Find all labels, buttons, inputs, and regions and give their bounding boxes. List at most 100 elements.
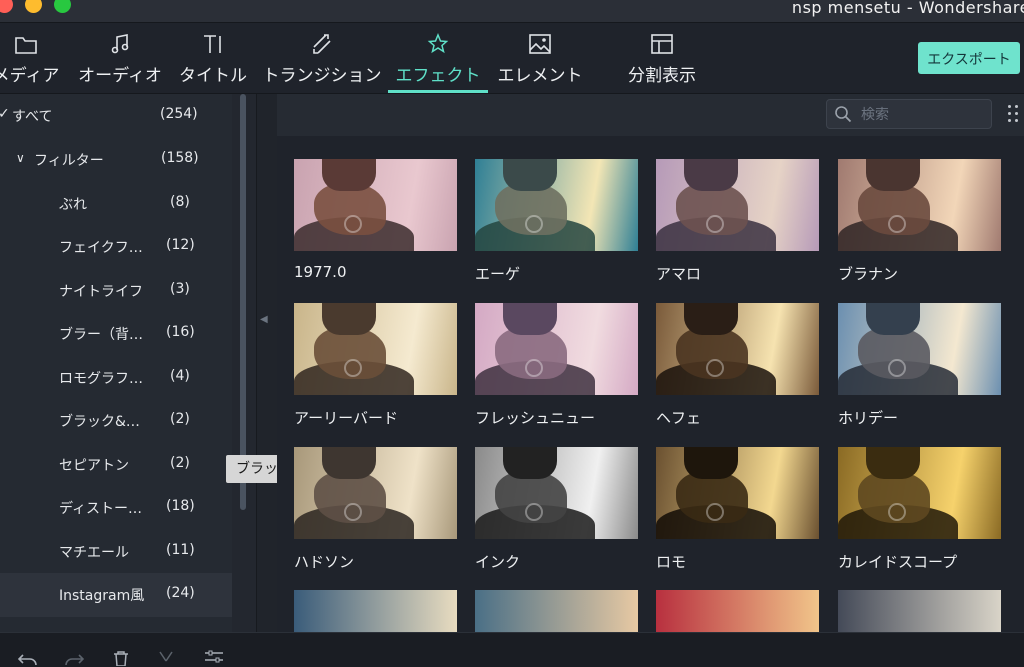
sidebar-item-filters[interactable]: ∨ フィルター (158): [0, 138, 232, 182]
effect-card-partial[interactable]: [294, 590, 457, 632]
cut-icon[interactable]: [158, 651, 174, 666]
sidebar-item-label: ブラック&…: [59, 414, 140, 430]
sidebar-item[interactable]: セピアトン (2): [0, 443, 232, 487]
sidebar-item-label: ぶれ: [59, 197, 87, 213]
effect-thumbnail: [475, 159, 638, 251]
effects-category-sidebar: ✓ すべて (254) ∨ フィルター (158) ぶれ (8) フェイクフ… …: [0, 94, 232, 632]
effect-card-partial[interactable]: [475, 590, 638, 632]
sidebar-item-label: ナイトライフ: [59, 284, 143, 300]
effect-name: 1977.0: [294, 263, 347, 281]
effect-card[interactable]: インク: [475, 447, 638, 572]
effect-card[interactable]: カレイドスコープ: [838, 447, 1001, 572]
image-icon: [529, 34, 551, 54]
chevron-down-icon: ∨: [16, 151, 25, 165]
effect-thumbnail: [294, 303, 457, 395]
sidebar-item-all[interactable]: ✓ すべて (254): [0, 94, 232, 138]
minimize-window-button[interactable]: [25, 0, 42, 13]
effect-thumbnail: [838, 303, 1001, 395]
close-window-button[interactable]: [0, 0, 13, 13]
effect-thumbnail: [838, 590, 1001, 632]
tab-effects[interactable]: エフェクト: [388, 23, 488, 93]
delete-icon[interactable]: [112, 651, 130, 666]
tab-effects-label: エフェクト: [395, 66, 481, 86]
effect-card[interactable]: アーリーバード: [294, 303, 457, 428]
library-toolbar: メディア オーディオ タイトル トランジション エフェクト エレメント 分割表示: [0, 23, 1024, 94]
effect-card[interactable]: ブラナン: [838, 159, 1001, 284]
sidebar-item-count: (8): [170, 194, 190, 210]
effect-name: ロモ: [656, 553, 687, 571]
effect-thumbnail: [656, 303, 819, 395]
effect-thumbnail: [294, 159, 457, 251]
search-icon: [835, 106, 852, 123]
effect-thumbnail: [838, 159, 1001, 251]
collapse-sidebar-icon[interactable]: ◀: [260, 314, 268, 325]
effect-card[interactable]: アマロ: [656, 159, 819, 284]
tab-transition[interactable]: トランジション: [260, 23, 384, 93]
sidebar-item-count: (24): [166, 585, 195, 601]
effect-card[interactable]: 1977.0: [294, 159, 457, 281]
effect-name: フレッシュニュー: [475, 409, 596, 427]
sidebar-item[interactable]: ぶれ (8): [0, 182, 232, 226]
sidebar-item-count: (4): [170, 368, 190, 384]
undo-icon[interactable]: [18, 652, 38, 666]
effect-card[interactable]: フレッシュニュー: [475, 303, 638, 428]
effect-thumbnail: [656, 159, 819, 251]
sidebar-item[interactable]: ブラー（背… (16): [0, 312, 232, 356]
sidebar-item-label: セピアトン: [59, 458, 129, 474]
timeline-toolbar: [0, 632, 1024, 667]
effect-name: エーゲ: [475, 265, 521, 283]
effect-thumbnail: [656, 590, 819, 632]
effect-card-partial[interactable]: [838, 590, 1001, 632]
panel-divider[interactable]: [256, 94, 277, 632]
sidebar-item-instagram[interactable]: Instagram風 (24): [0, 573, 232, 617]
sidebar-item-label: Instagram風: [59, 588, 145, 604]
sidebar-item[interactable]: ロモグラフ… (4): [0, 356, 232, 400]
effect-card-partial[interactable]: [656, 590, 819, 632]
effect-card[interactable]: エーゲ: [475, 159, 638, 284]
redo-icon[interactable]: [64, 652, 84, 666]
tab-media[interactable]: メディア: [0, 23, 66, 93]
tab-audio-label: オーディオ: [78, 66, 162, 86]
tab-split-screen-label: 分割表示: [628, 66, 696, 86]
effect-name: カレイドスコープ: [838, 553, 958, 571]
tab-transition-label: トランジション: [262, 66, 382, 86]
search-input[interactable]: [859, 104, 989, 126]
export-button[interactable]: エクスポート: [918, 42, 1020, 74]
tab-title-label: タイトル: [179, 66, 247, 86]
sidebar-item[interactable]: ナイトライフ (3): [0, 269, 232, 313]
effect-card[interactable]: ハドソン: [294, 447, 457, 572]
zoom-window-button[interactable]: [54, 0, 71, 13]
sidebar-item-count: (2): [170, 455, 190, 471]
tab-split-screen[interactable]: 分割表示: [618, 23, 706, 93]
sidebar-item[interactable]: マチエール (11): [0, 530, 232, 574]
sidebar-scrollbar[interactable]: [240, 94, 246, 510]
effect-thumbnail: [475, 303, 638, 395]
effects-icon: [427, 33, 449, 54]
effect-name: ブラナン: [838, 265, 899, 283]
effect-card[interactable]: ヘフェ: [656, 303, 819, 428]
sidebar-item[interactable]: フェイクフ… (12): [0, 225, 232, 269]
sidebar-item-label: フィルター: [34, 153, 104, 169]
sidebar-item[interactable]: ブラック&… (2): [0, 399, 232, 443]
sidebar-item-count: (254): [160, 106, 198, 122]
effect-name: インク: [475, 553, 521, 571]
adjust-icon[interactable]: [204, 650, 224, 665]
tab-audio[interactable]: オーディオ: [74, 23, 166, 93]
sidebar-item[interactable]: ディストー… (18): [0, 486, 232, 530]
sidebar-item-count: (2): [170, 411, 190, 427]
search-box[interactable]: [826, 99, 992, 129]
effect-card[interactable]: ホリデー: [838, 303, 1001, 428]
effect-name: ホリデー: [838, 409, 899, 427]
window-title: nsp mensetu - Wondershare: [791, 0, 1024, 17]
music-note-icon: [111, 34, 129, 54]
tab-media-label: メディア: [0, 66, 60, 86]
sidebar-item-label: すべて: [12, 109, 53, 125]
tab-title[interactable]: タイトル: [176, 23, 250, 93]
chevron-down-icon: ✓: [0, 106, 10, 122]
sidebar-item-count: (16): [166, 324, 195, 340]
split-screen-icon: [651, 34, 673, 54]
tab-elements[interactable]: エレメント: [492, 23, 588, 93]
transition-icon: [313, 34, 331, 54]
effect-card[interactable]: ロモ: [656, 447, 819, 572]
effect-thumbnail: [656, 447, 819, 539]
